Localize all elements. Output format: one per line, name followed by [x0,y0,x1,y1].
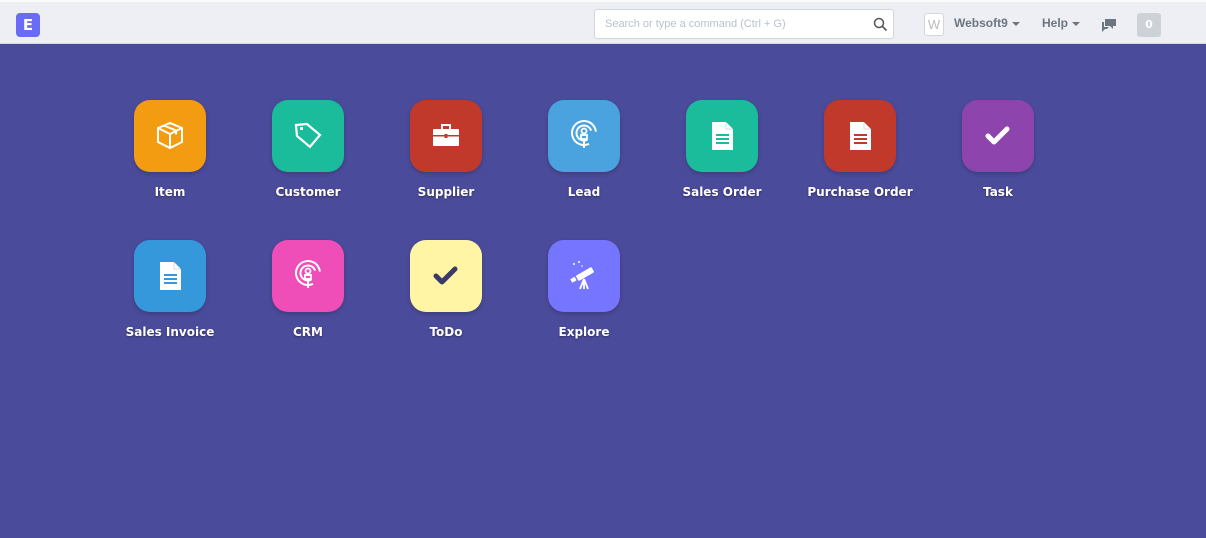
module-label: Lead [567,185,601,199]
module-item[interactable]: Item [110,100,230,199]
broadcast-icon [548,100,620,172]
user-menu[interactable]: Websoft9 [954,16,1020,30]
app-logo[interactable]: E [16,13,40,37]
module-sales-order[interactable]: Sales Order [662,100,782,199]
caret-down-icon [1072,21,1081,26]
box-icon [134,100,206,172]
chat-icon[interactable] [1101,18,1117,32]
module-lead[interactable]: Lead [524,100,644,199]
check-icon [410,240,482,312]
module-supplier[interactable]: Supplier [386,100,506,199]
search-box[interactable] [594,9,894,39]
module-purchase-order[interactable]: Purchase Order [800,100,920,199]
module-label: Purchase Order [807,185,913,199]
user-name: Websoft9 [954,16,1008,30]
search-icon[interactable] [873,17,888,32]
check-icon [962,100,1034,172]
module-explore[interactable]: Explore [524,240,644,339]
module-todo[interactable]: ToDo [386,240,506,339]
module-label: Supplier [417,185,475,199]
module-task[interactable]: Task [938,100,1058,199]
module-customer[interactable]: Customer [248,100,368,199]
module-label: ToDo [429,325,463,339]
module-crm[interactable]: CRM [248,240,368,339]
document-icon [686,100,758,172]
navbar: E W Websoft9 Help 0 [0,0,1206,44]
document-icon [134,240,206,312]
module-label: Item [154,185,186,199]
module-label: Explore [558,325,610,339]
document-icon [824,100,896,172]
search-input[interactable] [595,10,855,38]
help-menu[interactable]: Help [1042,16,1081,30]
avatar[interactable]: W [924,13,944,36]
tag-icon [272,100,344,172]
module-label: Customer [275,185,341,199]
briefcase-icon [410,100,482,172]
telescope-icon [548,240,620,312]
help-label: Help [1042,16,1069,30]
module-sales-invoice[interactable]: Sales Invoice [110,240,230,339]
module-label: Sales Invoice [125,325,215,339]
module-label: CRM [293,325,323,339]
module-label: Sales Order [682,185,762,199]
module-label: Task [983,185,1013,199]
notifications-badge[interactable]: 0 [1137,13,1161,37]
caret-down-icon [1011,21,1020,26]
broadcast-icon [272,240,344,312]
